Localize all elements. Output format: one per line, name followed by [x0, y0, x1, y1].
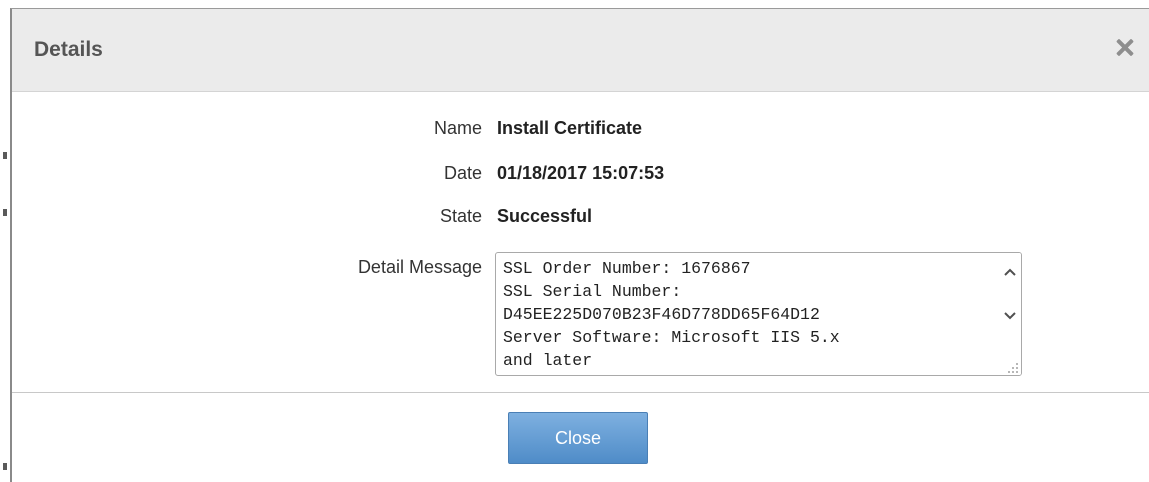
chevron-down-icon[interactable]: [1003, 309, 1017, 323]
detail-message-textarea[interactable]: SSL Order Number: 1676867 SSL Serial Num…: [495, 252, 1022, 376]
date-label: Date: [443, 163, 482, 183]
name-value: Install Certificate: [497, 118, 643, 138]
resize-grip-icon[interactable]: [1007, 361, 1019, 373]
background-edge-mark: [3, 463, 7, 470]
details-dialog: Details Name Install Certificate Date 01…: [10, 8, 1149, 482]
state-value: Successful: [497, 206, 593, 226]
close-button[interactable]: Close: [508, 412, 648, 464]
dialog-header: Details: [12, 9, 1149, 92]
close-icon[interactable]: [1110, 35, 1138, 63]
chevron-up-icon[interactable]: [1003, 265, 1017, 279]
dialog-title: Details: [34, 38, 103, 61]
background-edge-mark: [3, 152, 7, 159]
date-value: 01/18/2017 15:07:53: [497, 163, 665, 183]
detail-message-label: Detail Message: [357, 257, 482, 277]
name-label: Name: [433, 118, 482, 138]
detail-message-text[interactable]: SSL Order Number: 1676867 SSL Serial Num…: [503, 257, 983, 372]
state-label: State: [439, 206, 482, 226]
textarea-scrollbar[interactable]: [999, 253, 1021, 375]
background-edge-mark: [3, 209, 7, 216]
footer-divider: [12, 392, 1149, 393]
